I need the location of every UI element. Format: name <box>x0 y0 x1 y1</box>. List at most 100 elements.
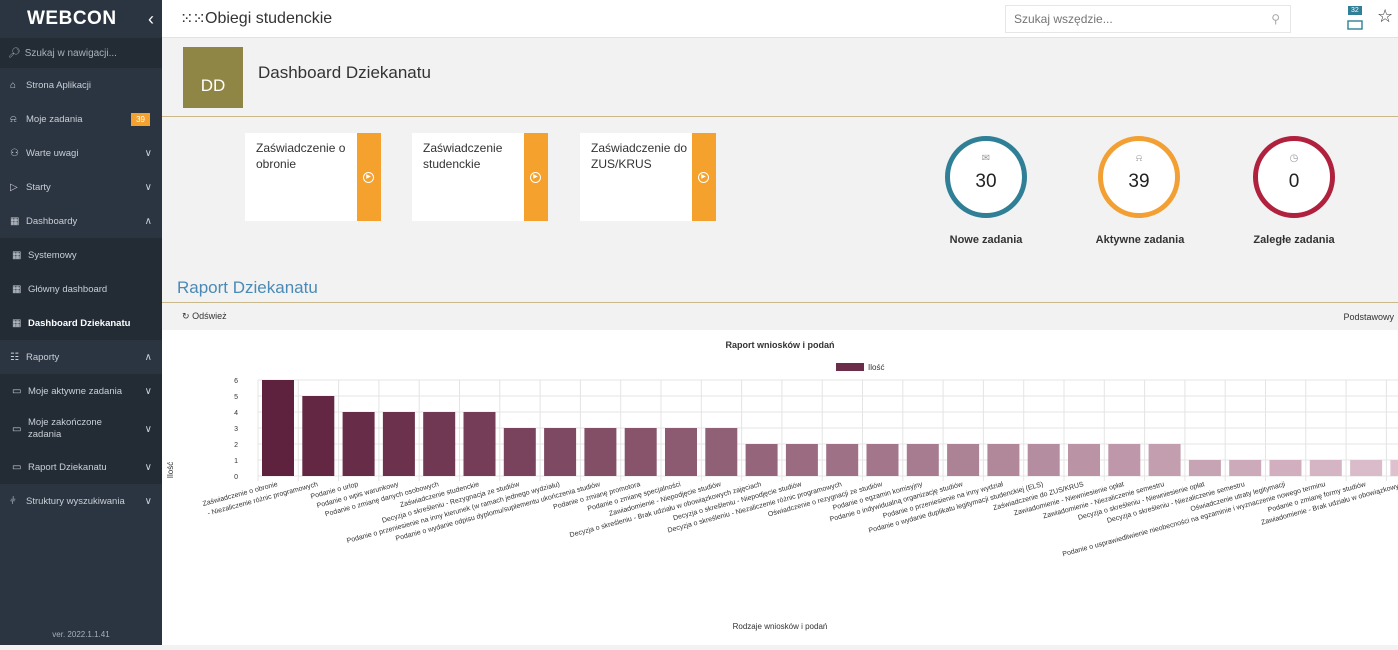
play-circle-icon: ▶ <box>530 172 541 183</box>
chart-bar <box>745 444 778 476</box>
nav-search-placeholder: Szukaj w nawigacji... <box>24 47 117 59</box>
nav-search-input[interactable]: 🔎︎ Szukaj w nawigacji... <box>0 38 162 68</box>
sidebar-item-struktury-wyszukiwania[interactable]: ⫩ Struktury wyszukiwania ∨ <box>0 484 162 518</box>
dashboard-icon: ▦ <box>12 249 22 261</box>
sidebar-item-label: Moje zadania <box>26 113 83 125</box>
kpi-value: 0 <box>1288 171 1300 192</box>
sidebar-item-starty[interactable]: ▷ Starty ∨ <box>0 170 162 204</box>
start-tile-zaswiadczenie-o-obronie[interactable]: Zaświadczenie o obronie ▶ <box>245 133 381 221</box>
chart-bar <box>1229 460 1262 476</box>
play-icon: ▷ <box>10 181 18 193</box>
kpi-value: 39 <box>1128 171 1150 192</box>
sidebar-item-raport-dziekanatu[interactable]: ▭ Raport Dziekanatu ∨ <box>0 450 162 484</box>
chart-bar <box>1068 444 1100 476</box>
app-title: Obiegi studenckie <box>205 10 333 27</box>
task-count-badge: 32 <box>1348 6 1362 15</box>
search-icon: 🔎︎ <box>8 47 21 59</box>
report-toolbar: ↻ Odśwież Podstawowy <box>162 306 1398 330</box>
kpi-label: Zaległe zadania <box>1253 234 1335 246</box>
chart-bar <box>423 412 456 476</box>
chevron-down-icon: ∨ <box>144 147 152 159</box>
version-label: ver. 2022.1.1.41 <box>52 630 110 639</box>
sidebar-item-moje-zadania[interactable]: ⍾ Moje zadania 39 <box>0 102 162 136</box>
dashboard-icon: ▦ <box>10 215 20 227</box>
start-tile-zaswiadczenie-do-zus-krus[interactable]: Zaświadczenie do ZUS/KRUS ▶ <box>580 133 716 221</box>
chart-title: Raport wniosków i podań <box>725 340 834 350</box>
tile-start-strip[interactable]: ▶ <box>692 133 716 221</box>
bell-icon: ⍾ <box>1135 153 1143 164</box>
play-circle-icon: ▶ <box>363 172 374 183</box>
favorites-star-icon[interactable]: ☆ <box>1377 6 1393 27</box>
tile-start-strip[interactable]: ▶ <box>524 133 548 221</box>
search-icon[interactable]: ⚲ <box>1271 12 1280 26</box>
mail-icon: ✉ <box>981 153 991 164</box>
report-icon: ▭ <box>12 385 22 397</box>
chart-bar <box>1188 460 1221 476</box>
dashboard-icon: ▦ <box>12 317 22 329</box>
sidebar-item-moje-aktywne-zadania[interactable]: ▭ Moje aktywne zadania ∨ <box>0 374 162 408</box>
y-tick-label: 2 <box>234 442 238 449</box>
global-search[interactable]: ⚲ <box>1005 5 1291 33</box>
chart-bar <box>1309 460 1342 476</box>
report-divider <box>162 302 1398 303</box>
kpi-overdue-tasks[interactable]: ◷ 0 <box>1253 136 1335 218</box>
sidebar-item-label: Strona Aplikacji <box>26 79 91 91</box>
view-select[interactable]: Podstawowy <box>1343 312 1394 322</box>
chevron-down-icon: ∨ <box>144 385 152 397</box>
global-search-input[interactable] <box>1006 6 1246 32</box>
sidebar-item-raporty[interactable]: ☷ Raporty ∧ <box>0 340 162 374</box>
sidebar-item-systemowy[interactable]: ▦ Systemowy <box>0 238 162 272</box>
bell-icon: ⍾ <box>10 113 17 125</box>
chevron-up-icon: ∧ <box>144 215 152 227</box>
chart-bar <box>1269 460 1302 476</box>
tasks-count-badge: 39 <box>131 112 150 126</box>
tile-start-strip[interactable]: ▶ <box>357 133 381 221</box>
chart-bar <box>1350 460 1383 476</box>
app-grid-icon[interactable]: ⁙⁙ <box>180 9 206 29</box>
chevron-down-icon: ∨ <box>144 423 152 435</box>
sidebar-item-dashboard-dziekanatu[interactable]: ▦ Dashboard Dziekanatu <box>0 306 162 340</box>
dashboard-initials-badge: DD <box>183 47 243 108</box>
kpi-label: Nowe zadania <box>949 234 1023 246</box>
dashboard-header: DD Dashboard Dziekanatu <box>162 38 1398 117</box>
kpi-active-tasks[interactable]: ⍾ 39 <box>1098 136 1180 218</box>
report-icon: ☷ <box>10 351 19 363</box>
start-tile-zaswiadczenie-studenckie[interactable]: Zaświadczenie studenckie ▶ <box>412 133 548 221</box>
chart-bar <box>503 428 536 476</box>
refresh-icon: ↻ <box>182 311 190 321</box>
play-circle-icon: ▶ <box>698 172 709 183</box>
legend-label: Ilość <box>868 363 884 372</box>
sidebar-item-strona-aplikacji[interactable]: ⌂ Strona Aplikacji <box>0 68 162 102</box>
sidebar-item-label: Raport Dziekanatu <box>28 461 107 473</box>
sidebar-item-label: Dashboard Dziekanatu <box>28 317 131 329</box>
sidebar-item-dashboardy[interactable]: ▦ Dashboardy ∧ <box>0 204 162 238</box>
chart-bar <box>826 444 859 476</box>
sidebar-item-label: Struktury wyszukiwania <box>26 495 125 507</box>
y-tick-label: 4 <box>234 410 238 417</box>
chart-bar <box>705 428 738 476</box>
chart-bar <box>584 428 617 476</box>
chart-bar <box>866 444 899 476</box>
chart-bar <box>1390 460 1398 476</box>
chart-bar <box>906 444 939 476</box>
sidebar-item-warte-uwagi[interactable]: ⚇ Warte uwagi ∨ <box>0 136 162 170</box>
refresh-button[interactable]: ↻ Odśwież <box>182 311 227 322</box>
chevron-down-icon: ∨ <box>144 181 152 193</box>
sidebar-item-glowny-dashboard[interactable]: ▦ Główny dashboard <box>0 272 162 306</box>
sidebar-item-moje-zakonczone-zadania[interactable]: ▭ Moje zakończone zadania ∨ <box>0 408 162 450</box>
kpi-new-tasks[interactable]: ✉ 30 <box>945 136 1027 218</box>
y-tick-label: 1 <box>234 458 238 465</box>
collapse-sidebar-icon[interactable]: ‹ <box>148 9 154 30</box>
users-icon: ⚇ <box>10 147 19 159</box>
report-icon: ▭ <box>12 423 22 435</box>
sidebar-item-label: Dashboardy <box>26 215 78 227</box>
webcon-logo[interactable]: WEBCON <box>27 8 117 30</box>
tile-label: Zaświadczenie studenckie <box>423 141 503 171</box>
report-title: Raport Dziekanatu <box>177 278 318 297</box>
clock-icon: ◷ <box>1289 153 1299 164</box>
sidebar-item-label: Systemowy <box>28 249 77 261</box>
tasks-icon[interactable] <box>1347 16 1363 34</box>
page-title: Dashboard Dziekanatu <box>258 63 431 82</box>
chart-bar <box>785 444 818 476</box>
bar-chart: Raport wniosków i podań Ilość Ilość Rodz… <box>166 340 1398 631</box>
